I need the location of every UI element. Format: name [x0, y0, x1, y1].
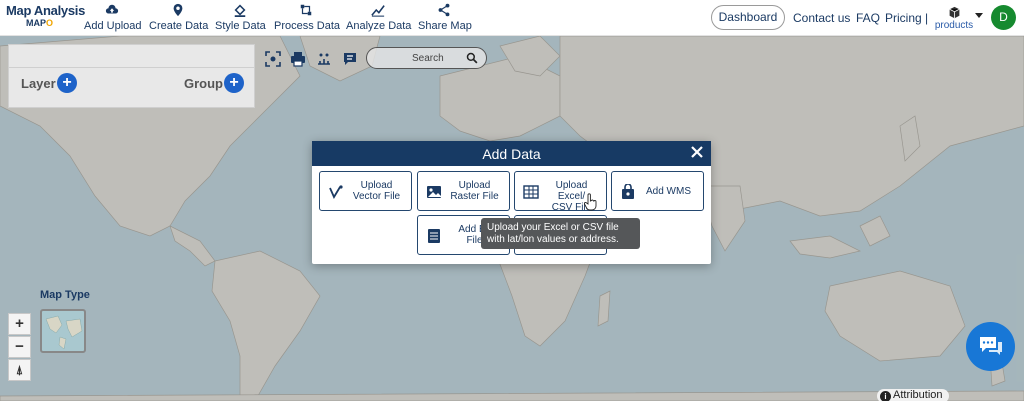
- brand-sub-suffix: O: [46, 18, 54, 28]
- upload-excel-tooltip: Upload your Excel or CSV file with lat/l…: [481, 218, 640, 249]
- tooltip-line2: with lat/lon values or address.: [487, 234, 619, 245]
- add-group-button[interactable]: +: [224, 73, 244, 93]
- nav-process-data[interactable]: Process Data: [274, 3, 341, 32]
- zoom-in-button[interactable]: +: [8, 313, 31, 335]
- brand-subtitle: MAPO: [26, 18, 78, 28]
- nav-analyze-data-label: Analyze Data: [346, 20, 412, 32]
- chat-button[interactable]: [966, 322, 1015, 371]
- upload-raster-file-label: Upload Raster File: [444, 180, 505, 202]
- info-icon: i: [880, 391, 891, 401]
- print-icon[interactable]: [290, 51, 306, 67]
- nav-share-map[interactable]: Share Map: [418, 3, 472, 32]
- map-search-input[interactable]: Search: [366, 47, 487, 69]
- map-pin-icon: [149, 3, 207, 19]
- nav-style-data[interactable]: Style Data: [215, 3, 266, 32]
- faq-link[interactable]: FAQ: [856, 11, 880, 25]
- upload-vector-file-button[interactable]: Upload Vector File: [319, 171, 412, 211]
- raster-image-icon: [427, 186, 441, 198]
- zoom-out-button[interactable]: −: [8, 336, 31, 358]
- search-icon[interactable]: [466, 52, 478, 64]
- nav-create-data[interactable]: Create Data: [149, 3, 209, 32]
- brand-logo[interactable]: Map Analysis MAPO: [6, 3, 86, 28]
- nav-add-upload-label: Add Upload: [84, 20, 142, 32]
- search-placeholder: Search: [412, 53, 444, 64]
- brand-title: Map Analysis: [6, 3, 86, 18]
- cloud-upload-icon: [84, 3, 140, 19]
- modal-title: Add Data: [482, 146, 541, 162]
- paint-bucket-icon: [215, 3, 265, 19]
- spreadsheet-icon: [523, 185, 539, 199]
- nav-style-data-label: Style Data: [215, 20, 266, 32]
- brand-sub-prefix: MAP: [26, 18, 46, 28]
- group-label: Group: [184, 76, 223, 91]
- nav-share-map-label: Share Map: [418, 20, 472, 32]
- share-icon: [418, 3, 470, 19]
- nav-analyze-data[interactable]: Analyze Data: [346, 3, 412, 32]
- chevron-down-icon[interactable]: [975, 13, 983, 18]
- attribution-label: Attribution: [893, 389, 943, 401]
- layer-group-panel: Layer + Group +: [8, 44, 255, 108]
- layer-label: Layer: [21, 76, 56, 91]
- comment-icon[interactable]: [342, 51, 358, 67]
- upload-vector-line2: Vector File: [352, 191, 401, 202]
- wms-icon: [622, 184, 634, 199]
- modal-header: Add Data: [312, 141, 711, 166]
- top-navbar: Map Analysis MAPO Add Upload Create Data…: [0, 0, 1024, 36]
- user-avatar[interactable]: D: [991, 5, 1016, 30]
- add-wms-label: Add WMS: [645, 186, 691, 197]
- upload-raster-file-button[interactable]: Upload Raster File: [417, 171, 510, 211]
- reset-north-button[interactable]: ⍋: [8, 359, 31, 381]
- attribution-toggle[interactable]: i Attribution: [877, 389, 949, 401]
- map-type-label: Map Type: [40, 289, 90, 301]
- close-icon[interactable]: [690, 145, 704, 159]
- upload-raster-line2: Raster File: [450, 191, 499, 202]
- panel-divider: [9, 67, 254, 68]
- pricing-link[interactable]: Pricing |: [885, 11, 928, 25]
- locate-icon[interactable]: [265, 51, 281, 67]
- cube-icon: [934, 6, 974, 20]
- upload-raster-line1: Upload: [458, 180, 491, 191]
- process-icon: [274, 3, 338, 19]
- table-file-icon: [428, 229, 440, 243]
- upload-vector-line1: Upload: [360, 180, 393, 191]
- dashboard-button[interactable]: Dashboard: [711, 5, 785, 30]
- map-type-thumbnail[interactable]: [40, 309, 86, 353]
- hand-cursor-icon: [584, 193, 597, 211]
- nav-create-data-label: Create Data: [149, 20, 209, 32]
- nav-process-data-label: Process Data: [274, 20, 341, 32]
- add-wms-button[interactable]: Add WMS: [611, 171, 704, 211]
- nav-add-upload[interactable]: Add Upload: [84, 3, 142, 32]
- tooltip-line1: Upload your Excel or CSV file: [487, 222, 619, 233]
- products-menu[interactable]: products: [934, 6, 974, 31]
- products-label: products: [934, 20, 974, 31]
- chat-bubble-icon: [980, 337, 1002, 355]
- vector-icon: [329, 185, 343, 199]
- add-layer-button[interactable]: +: [57, 73, 77, 93]
- analyze-icon: [346, 3, 409, 19]
- measure-icon[interactable]: [316, 51, 332, 67]
- upload-vector-file-label: Upload Vector File: [346, 180, 407, 202]
- contact-us-link[interactable]: Contact us: [793, 11, 850, 25]
